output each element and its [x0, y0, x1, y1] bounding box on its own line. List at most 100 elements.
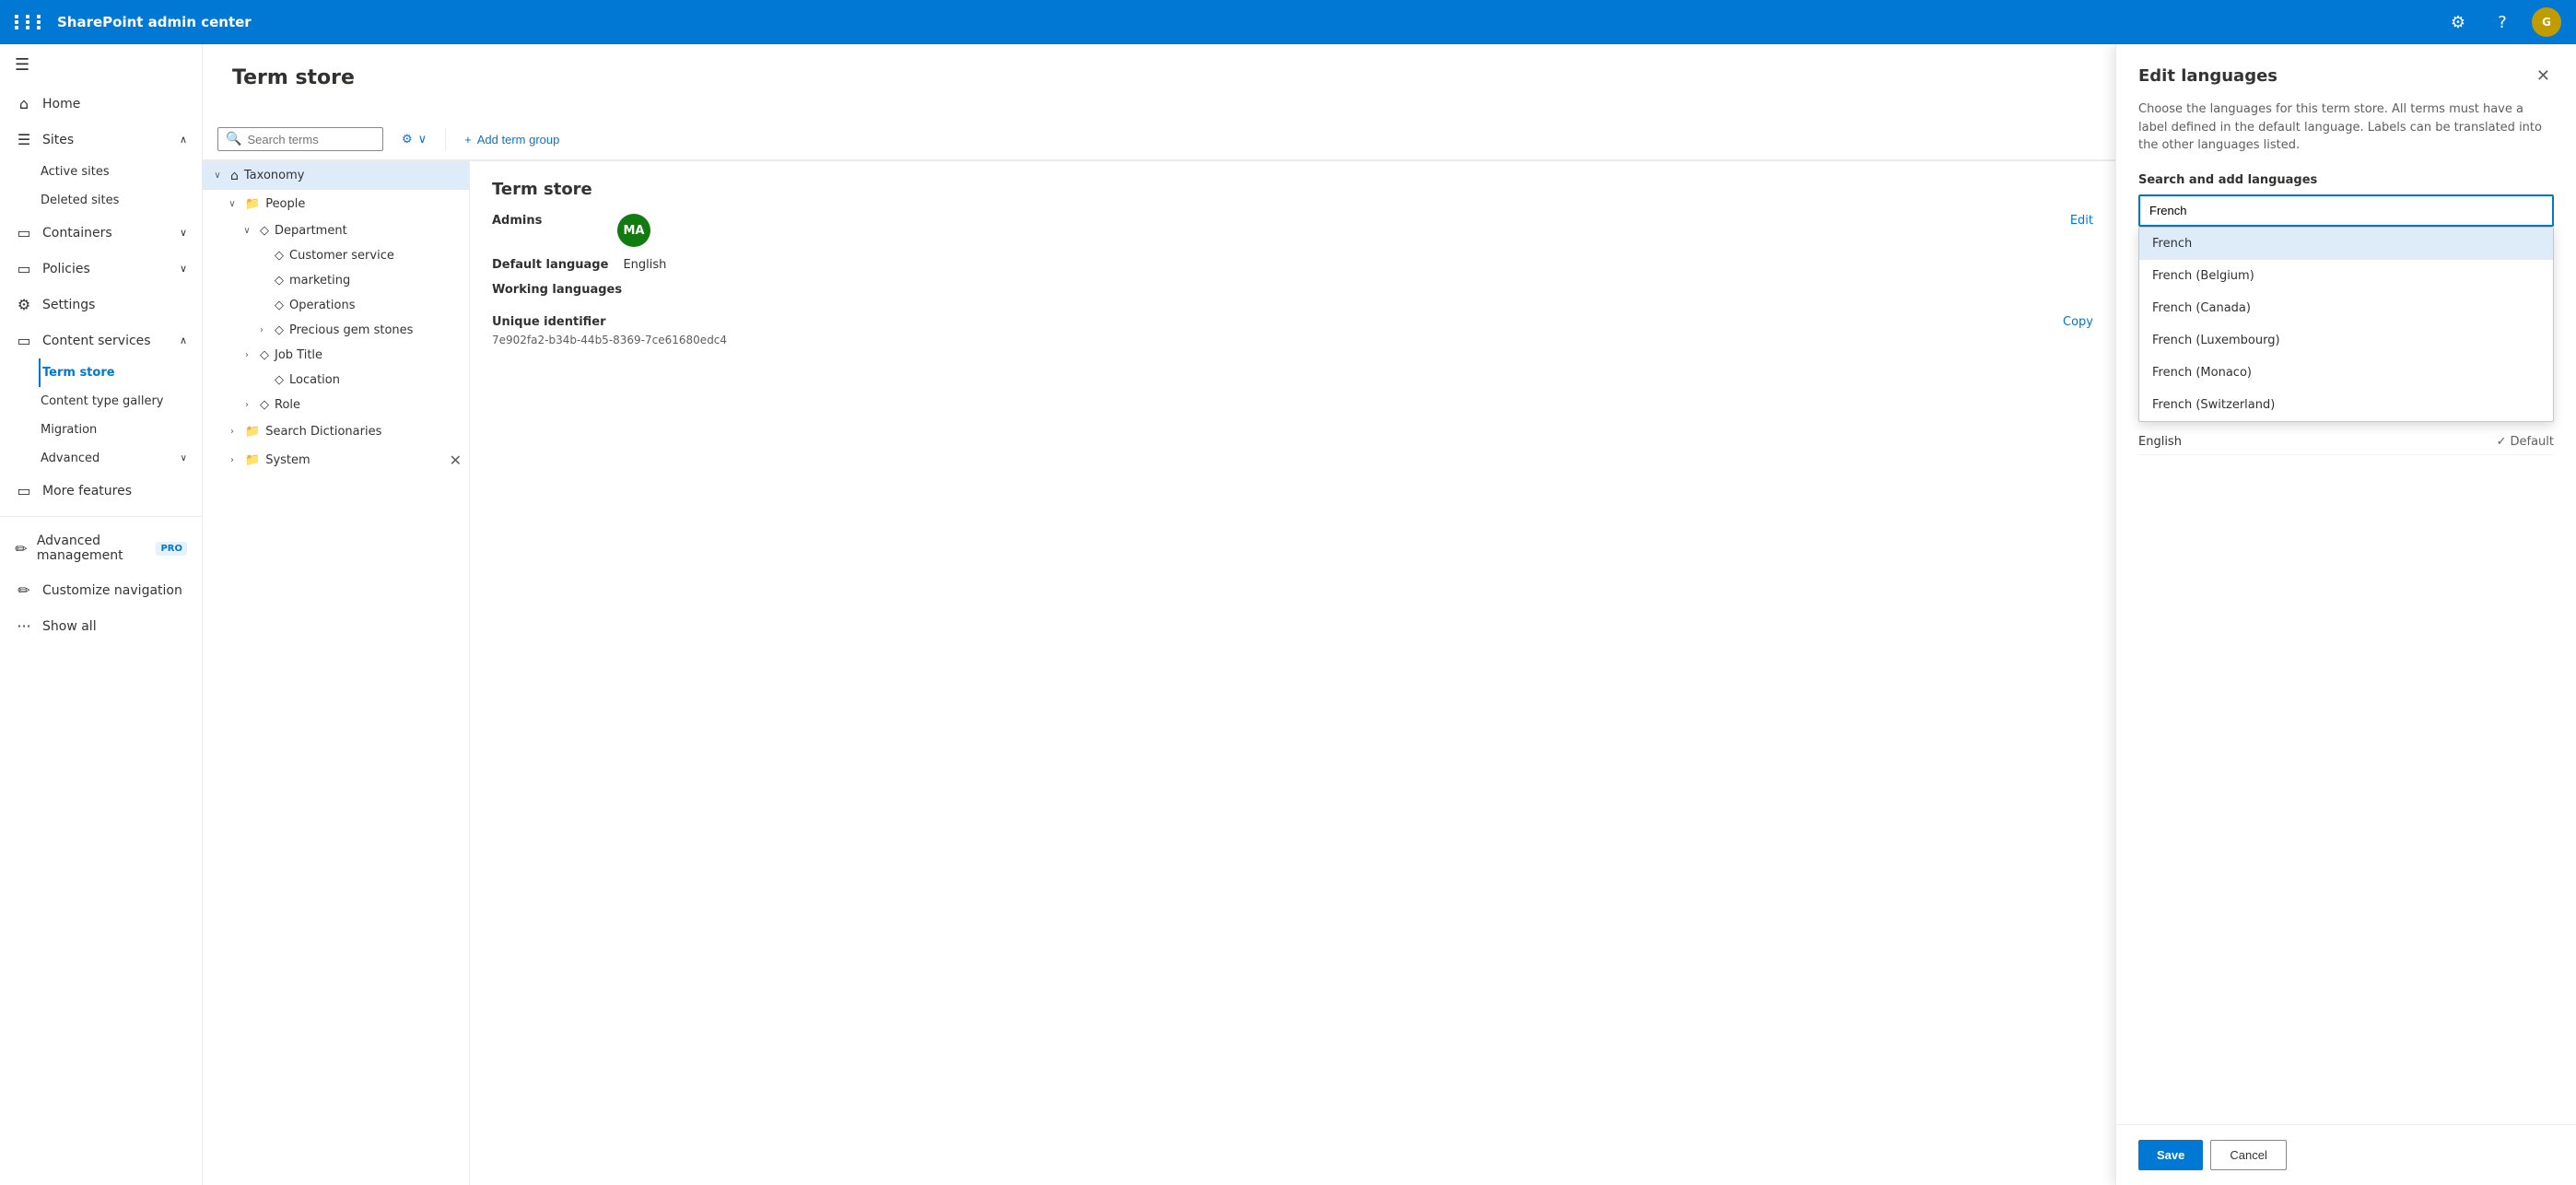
tree-label-customer-service: Customer service [289, 249, 394, 263]
tree-item-location[interactable]: ◇ Location [203, 368, 469, 393]
edit-panel-title: Edit languages [2138, 66, 2277, 86]
tree-label-role: Role [275, 398, 300, 412]
tree-item-system[interactable]: › 📁 System ✕ [203, 446, 469, 475]
close-panel-button[interactable]: ✕ [2533, 63, 2554, 89]
settings-icon[interactable]: ⚙ [2443, 7, 2473, 37]
sidebar-item-deleted-sites[interactable]: Deleted sites [41, 186, 202, 215]
sites-chevron: ∧ [180, 134, 187, 146]
sidebar-item-sites[interactable]: ☰ Sites ∧ [0, 122, 202, 158]
loc-icon: ◇ [275, 373, 284, 387]
term-toolbar: 🔍 ⚙ ∨ + Add term group [203, 119, 2115, 160]
unique-id-label: Unique identifier [492, 315, 727, 329]
search-box[interactable]: 🔍 [217, 127, 383, 151]
edit-panel-header: Edit languages ✕ [2116, 44, 2576, 100]
settings-nav-icon: ⚙ [15, 296, 33, 313]
edit-panel-body: Choose the languages for this term store… [2116, 100, 2576, 1124]
tree-label-people: People [265, 197, 305, 211]
term-store-content: Term store 🔍 ⚙ ∨ + Add term group [203, 44, 2115, 1185]
containers-icon: ▭ [15, 224, 33, 241]
edit-admins-link[interactable]: Edit [2070, 214, 2093, 228]
cancel-button[interactable]: Cancel [2210, 1140, 2286, 1170]
tree-label-taxonomy: Taxonomy [244, 169, 305, 182]
dropdown-item-french-canada[interactable]: French (Canada) [2139, 292, 2553, 324]
tree-item-taxonomy[interactable]: ∨ ⌂ Taxonomy ··· [203, 161, 469, 190]
people-expand: ∨ [225, 199, 240, 209]
admins-row: Admins MA Edit [492, 214, 2093, 247]
cs-icon: ◇ [275, 249, 284, 263]
default-lang-row: Default language English [492, 258, 2093, 272]
role-expand: › [240, 400, 254, 410]
jt-expand: › [240, 350, 254, 360]
sidebar-item-active-sites[interactable]: Active sites [41, 158, 202, 186]
home-icon: ⌂ [15, 95, 33, 112]
sidebar-item-show-all[interactable]: ··· Show all [0, 608, 202, 644]
sidebar-item-containers[interactable]: ▭ Containers ∨ [0, 215, 202, 251]
page-title: Term store [232, 66, 2086, 89]
sidebar-item-advanced-management[interactable]: ✏ Advanced management PRO [0, 524, 202, 572]
hamburger-button[interactable]: ☰ [0, 44, 202, 86]
dropdown-item-french-monaco[interactable]: French (Monaco) [2139, 357, 2553, 389]
edit-description: Choose the languages for this term store… [2138, 100, 2554, 155]
app-launcher-icon[interactable] [15, 15, 46, 29]
tree-item-role[interactable]: › ◇ Role [203, 393, 469, 417]
default-checkmark-icon: ✓ [2497, 435, 2507, 449]
content-services-submenu: Term store Content type gallery Migratio… [0, 358, 202, 473]
sidebar-item-content-services[interactable]: ▭ Content services ∧ [0, 323, 202, 358]
dropdown-item-french-belgium[interactable]: French (Belgium) [2139, 260, 2553, 292]
sidebar-item-content-type-gallery[interactable]: Content type gallery [41, 387, 202, 416]
avatar[interactable]: G [2532, 7, 2561, 37]
add-icon: + [464, 133, 472, 147]
admin-avatar: MA [617, 214, 650, 247]
edit-panel-footer: Save Cancel [2116, 1124, 2576, 1185]
add-term-group-button[interactable]: + Add term group [453, 127, 570, 152]
content-services-chevron: ∧ [180, 334, 187, 346]
copy-link[interactable]: Copy [2063, 315, 2093, 329]
sidebar-item-customize-navigation[interactable]: ✏ Customize navigation [0, 572, 202, 608]
advanced-chevron: ∨ [181, 453, 187, 463]
sidebar-item-home[interactable]: ⌂ Home [0, 86, 202, 122]
term-detail: Term store Admins MA Edit Default langua… [470, 161, 2115, 1185]
dropdown-item-french[interactable]: French [2139, 228, 2553, 260]
content-services-icon: ▭ [15, 332, 33, 349]
unique-id-row: Unique identifier 7e902fa2-b34b-44b5-836… [492, 315, 2093, 347]
save-button[interactable]: Save [2138, 1140, 2203, 1170]
unique-id-value: 7e902fa2-b34b-44b5-8369-7ce61680edc4 [492, 334, 727, 346]
tree-item-operations[interactable]: ◇ Operations [203, 293, 469, 318]
tree-item-precious-gem-stones[interactable]: › ◇ Precious gem stones [203, 318, 469, 343]
advanced-management-icon: ✏ [15, 540, 28, 557]
help-icon[interactable]: ? [2488, 7, 2517, 37]
dropdown-item-french-luxembourg[interactable]: French (Luxembourg) [2139, 324, 2553, 357]
sidebar-item-settings[interactable]: ⚙ Settings [0, 287, 202, 323]
sidebar-item-term-store[interactable]: Term store [39, 358, 202, 387]
sidebar-item-migration[interactable]: Migration [41, 416, 202, 444]
tree-item-search-dictionaries[interactable]: › 📁 Search Dictionaries ··· [203, 417, 469, 446]
tree-item-people[interactable]: ∨ 📁 People ··· [203, 190, 469, 218]
search-add-label: Search and add languages [2138, 173, 2554, 187]
tree-item-customer-service[interactable]: ◇ Customer service [203, 243, 469, 268]
main-content: Term store 🔍 ⚙ ∨ + Add term group [203, 44, 2576, 1185]
working-lang-english-name: English [2138, 435, 2182, 449]
tree-item-job-title[interactable]: › ◇ Job Title [203, 343, 469, 368]
mkt-icon: ◇ [275, 274, 284, 287]
admins-label: Admins [492, 214, 603, 228]
sidebar: ☰ ⌂ Home ☰ Sites ∧ Active sites Deleted … [0, 44, 203, 1185]
tree-item-department[interactable]: ∨ ◇ Department [203, 218, 469, 243]
sys-close-icon[interactable]: ✕ [450, 452, 462, 469]
policies-chevron: ∨ [180, 263, 187, 275]
taxonomy-icon: ⌂ [230, 169, 239, 183]
search-input[interactable] [247, 133, 357, 147]
filter-button[interactable]: ⚙ ∨ [391, 126, 438, 152]
sidebar-item-more-features[interactable]: ▭ More features [0, 473, 202, 509]
tree-item-marketing[interactable]: ◇ marketing [203, 268, 469, 293]
sidebar-item-advanced[interactable]: Advanced ∨ [41, 444, 202, 473]
sites-submenu: Active sites Deleted sites [0, 158, 202, 215]
tree-label-search-dictionaries: Search Dictionaries [265, 425, 381, 439]
sidebar-item-policies[interactable]: ▭ Policies ∨ [0, 251, 202, 287]
more-features-icon: ▭ [15, 482, 33, 499]
pgs-expand: › [254, 325, 269, 335]
language-search-input[interactable] [2138, 194, 2554, 227]
tree-label-job-title: Job Title [275, 348, 322, 362]
dropdown-item-french-switzerland[interactable]: French (Switzerland) [2139, 389, 2553, 421]
edit-languages-panel: Edit languages ✕ Choose the languages fo… [2115, 44, 2576, 1185]
customize-nav-icon: ✏ [15, 581, 33, 599]
